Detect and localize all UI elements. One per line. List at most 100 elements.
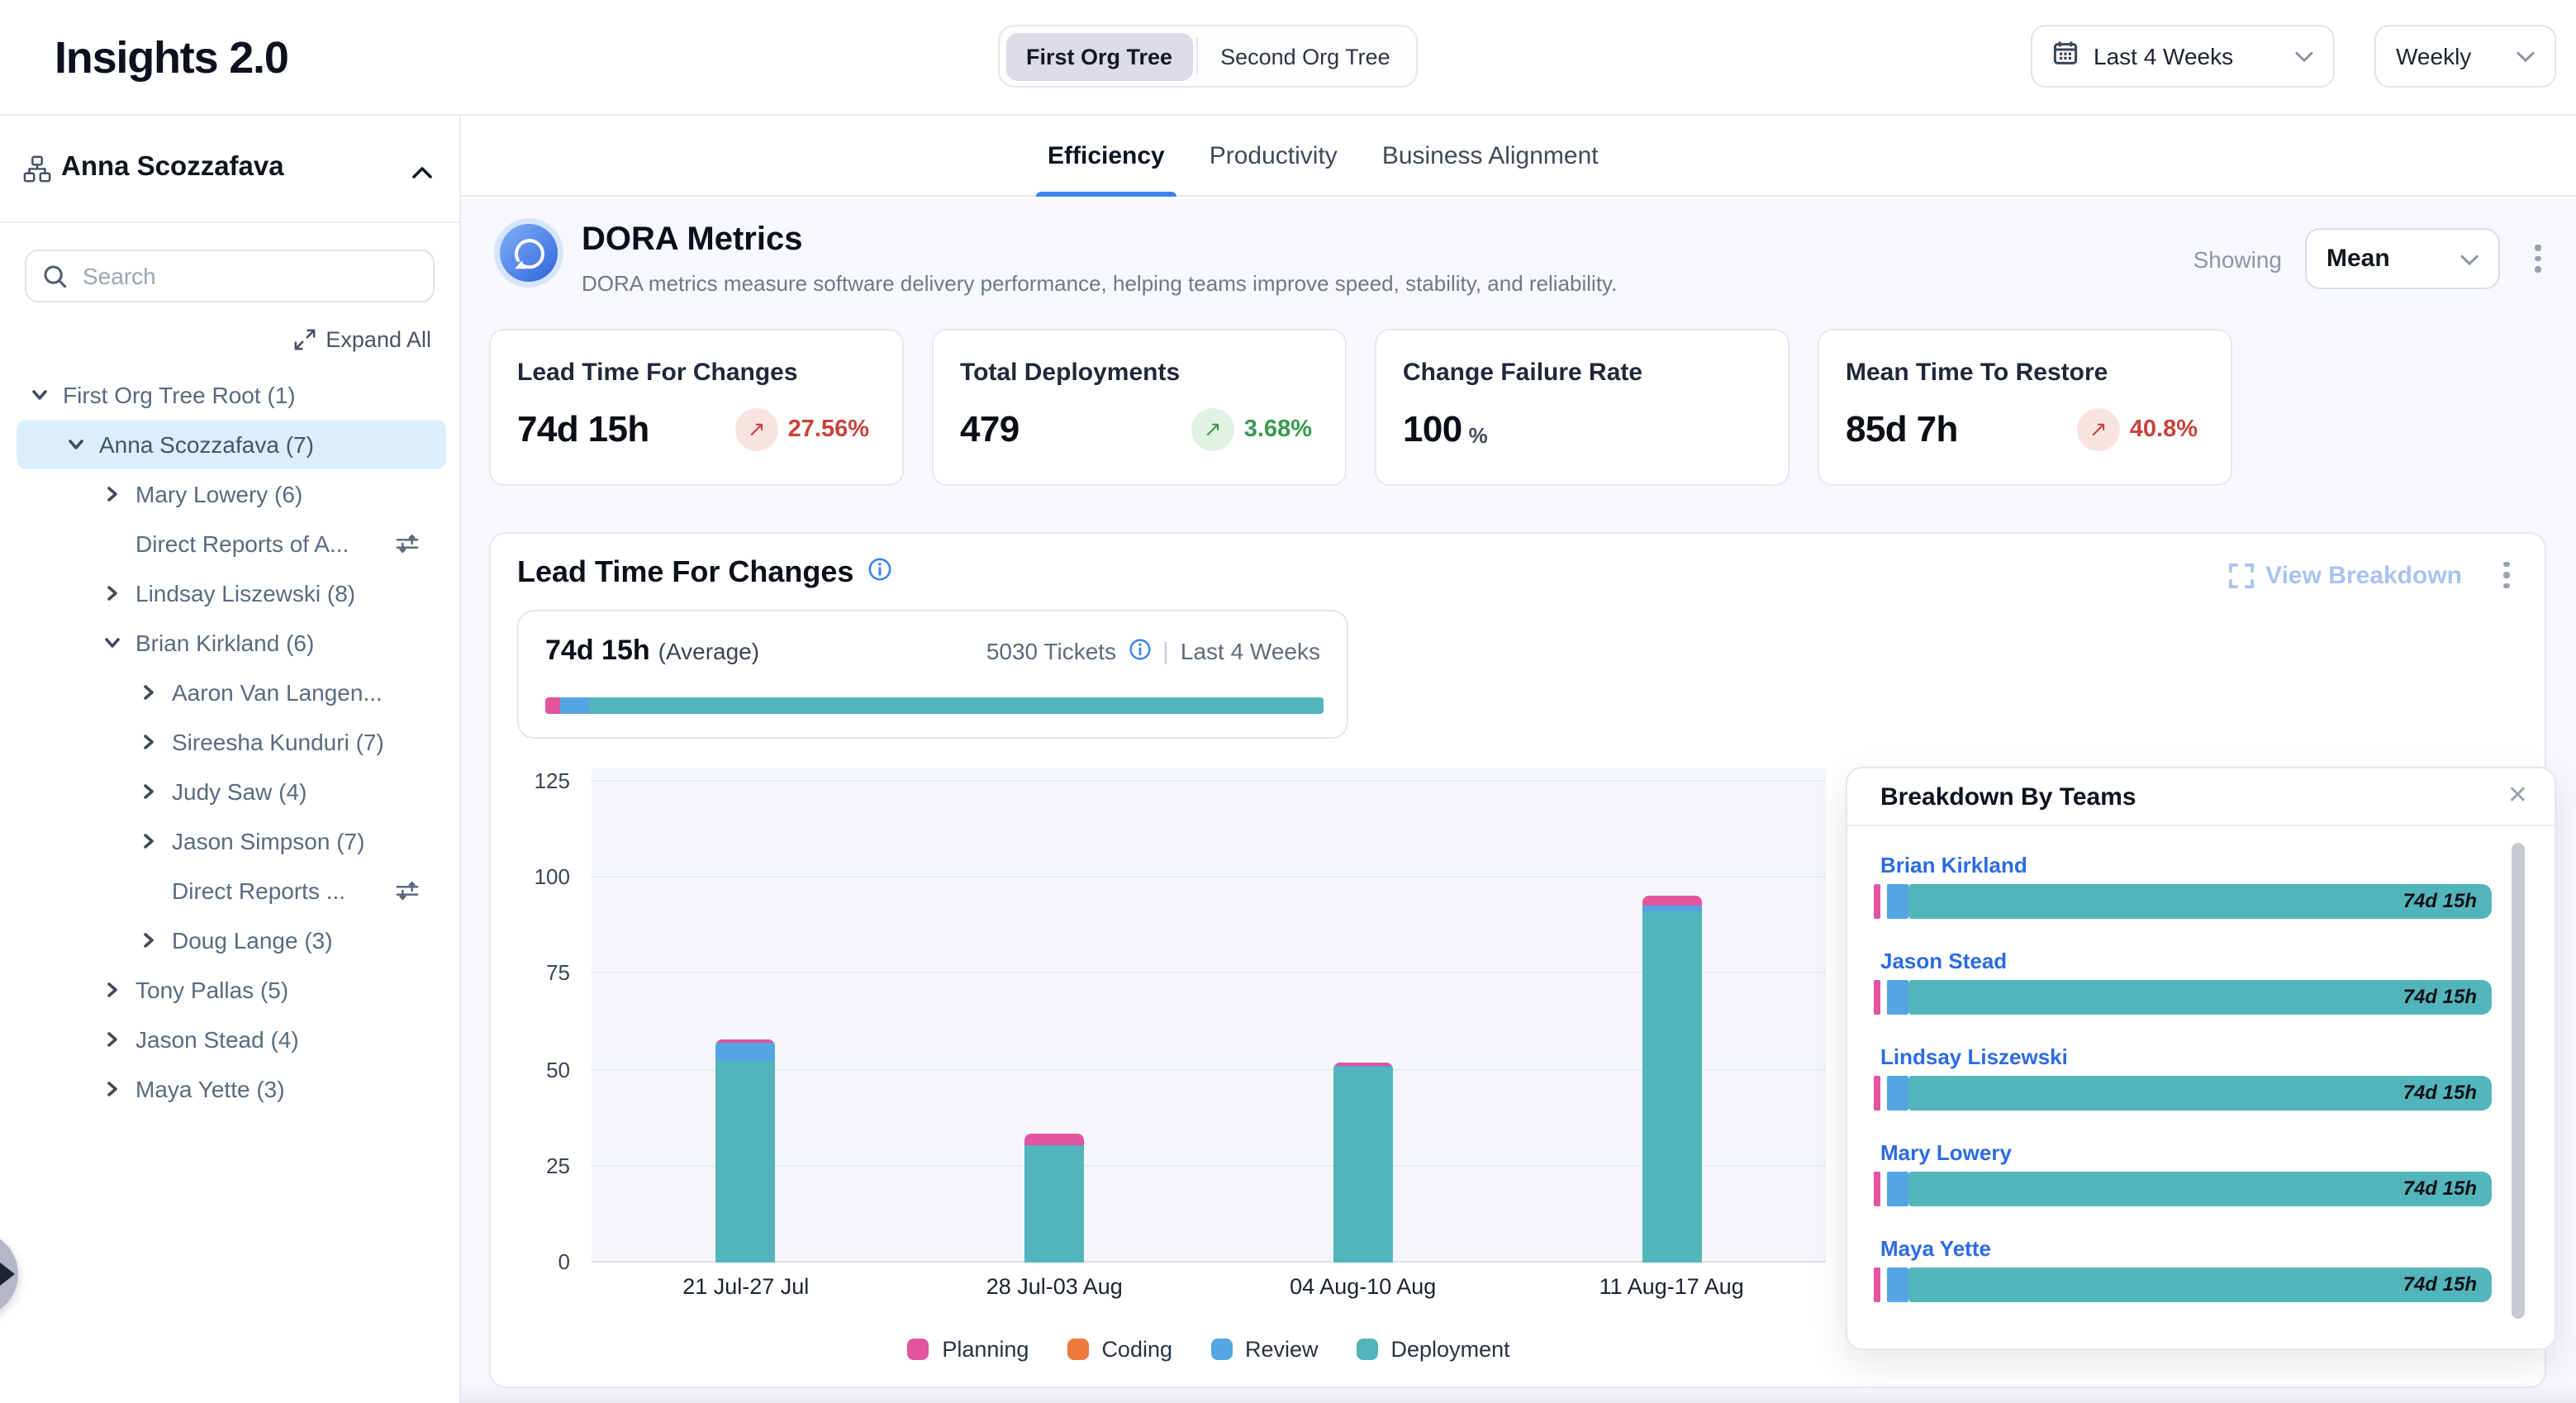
chevron-down-icon <box>2517 41 2535 71</box>
info-icon[interactable] <box>1128 637 1151 665</box>
sidebar-tree-item[interactable]: Mary Lowery (6) <box>0 469 446 519</box>
tab-efficiency[interactable]: Efficiency <box>1048 115 1165 196</box>
sidebar-tree-item[interactable]: Sireesha Kunduri (7) <box>0 717 446 767</box>
org-tree-option[interactable]: First Org Tree <box>1006 32 1192 80</box>
chevron-right-icon[interactable] <box>135 684 162 701</box>
chevron-right-icon[interactable] <box>135 783 162 800</box>
chevron-right-icon[interactable] <box>99 486 126 502</box>
team-stacked-bar: 74d 15h <box>1874 980 2492 1015</box>
sidebar-tree-item[interactable]: Judy Saw (4) <box>0 767 446 816</box>
stacked-bar[interactable] <box>716 1039 776 1263</box>
chart-x-axis: 21 Jul-27 Jul28 Jul-03 Aug04 Aug-10 Aug1… <box>592 1274 1826 1304</box>
metric-card: Change Failure Rate100% <box>1375 329 1789 486</box>
sidebar-tree-item[interactable]: Aaron Van Langen... <box>0 668 446 717</box>
org-tree: First Org Tree Root (1)Anna Scozzafava (… <box>0 370 459 1114</box>
legend-label: Deployment <box>1391 1337 1510 1362</box>
gridline <box>592 1068 1826 1070</box>
team-stacked-bar: 74d 15h <box>1874 1172 2492 1206</box>
sidebar-header[interactable]: Anna Scozzafava <box>0 116 459 223</box>
panel-menu-button[interactable] <box>2492 555 2521 595</box>
planning-segment <box>1874 980 1880 1015</box>
tab-productivity[interactable]: Productivity <box>1210 115 1338 196</box>
chevron-right-icon[interactable] <box>99 1081 126 1097</box>
sidebar-tree-item[interactable]: Jason Simpson (7) <box>0 816 446 866</box>
team-value: 74d 15h <box>2403 1177 2477 1200</box>
showing-label: Showing <box>2193 245 2282 272</box>
metric-card-title: Mean Time To Restore <box>1846 359 2204 387</box>
delta-value: 27.56% <box>788 416 869 443</box>
org-tree-option[interactable]: Second Org Tree <box>1200 32 1410 80</box>
chevron-right-icon[interactable] <box>135 833 162 849</box>
stacked-bar[interactable] <box>1024 1134 1084 1263</box>
tab-bar: Efficiency Productivity Business Alignment <box>461 116 2576 197</box>
chevron-down-icon <box>2295 41 2313 71</box>
close-icon[interactable]: ✕ <box>2507 780 2528 810</box>
filter-icon[interactable] <box>395 879 420 907</box>
stacked-bar[interactable] <box>1642 895 1701 1263</box>
chevron-down-icon[interactable] <box>63 436 89 453</box>
deployment-segment <box>590 697 1324 714</box>
dora-description: DORA metrics measure software delivery p… <box>582 271 1617 296</box>
view-breakdown-button[interactable]: View Breakdown <box>2229 561 2462 589</box>
chevron-up-icon[interactable] <box>411 159 433 188</box>
y-tick-label: 100 <box>535 864 570 889</box>
sidebar-tree-item[interactable]: First Org Tree Root (1) <box>0 370 446 420</box>
metric-card: Mean Time To Restore85d 7h↗40.8% <box>1818 329 2232 486</box>
tree-item-label: Brian Kirkland (6) <box>135 630 314 656</box>
date-range-select[interactable]: Last 4 Weeks <box>2031 25 2335 88</box>
granularity-select[interactable]: Weekly <box>2374 25 2556 88</box>
team-name-link[interactable]: Brian Kirkland <box>1880 853 2027 877</box>
delta-badge: ↗27.56% <box>735 408 869 451</box>
deployment-segment <box>1642 912 1701 1263</box>
x-tick-label: 11 Aug-17 Aug <box>1547 1274 1795 1299</box>
delta-badge: ↗40.8% <box>2077 408 2198 451</box>
chevron-right-icon[interactable] <box>99 982 126 998</box>
showing-select[interactable]: Mean <box>2305 228 2500 289</box>
team-name-link[interactable]: Jason Stead <box>1880 949 2007 973</box>
sidebar-tree-item[interactable]: Brian Kirkland (6) <box>0 618 446 668</box>
chevron-right-icon[interactable] <box>99 585 126 602</box>
deployment-segment: 74d 15h <box>1908 1172 2492 1206</box>
metric-card-value: 479 <box>960 408 1019 451</box>
team-value: 74d 15h <box>2403 889 2477 912</box>
team-row: Jason Stead 74d 15h <box>1847 949 2555 1015</box>
metric-card-unit: % <box>1469 422 1488 447</box>
sidebar-tree-item[interactable]: Doug Lange (3) <box>0 916 446 965</box>
dora-menu-button[interactable] <box>2523 239 2553 278</box>
sidebar-tree-item[interactable]: Maya Yette (3) <box>0 1064 446 1114</box>
search-input[interactable] <box>83 251 413 301</box>
review-segment <box>1642 905 1701 912</box>
org-chart-icon <box>23 155 51 192</box>
team-name-link[interactable]: Lindsay Liszewski <box>1880 1044 2068 1069</box>
chevron-right-icon[interactable] <box>135 734 162 750</box>
calendar-icon <box>2052 39 2079 74</box>
chevron-down-icon[interactable] <box>99 635 126 651</box>
sidebar-tree-item[interactable]: Tony Pallas (5) <box>0 965 446 1015</box>
filter-icon[interactable] <box>395 532 420 560</box>
metric-cards: Lead Time For Changes74d 15h↗27.56%Total… <box>489 329 2232 486</box>
scrollbar-thumb[interactable] <box>2512 843 2525 1319</box>
team-name-link[interactable]: Mary Lowery <box>1880 1140 2012 1165</box>
sidebar-tree-item[interactable]: Anna Scozzafava (7) <box>17 420 446 469</box>
planning-segment <box>1874 1267 1880 1302</box>
sidebar-tree-item[interactable]: Jason Stead (4) <box>0 1015 446 1064</box>
chevron-right-icon[interactable] <box>99 1031 126 1048</box>
team-name-link[interactable]: Maya Yette <box>1880 1236 1991 1261</box>
legend-label: Review <box>1245 1337 1319 1362</box>
stacked-bar[interactable] <box>1333 1063 1393 1263</box>
sidebar-tree-item[interactable]: Lindsay Liszewski (8) <box>0 568 446 618</box>
chevron-right-icon[interactable] <box>135 932 162 949</box>
legend-swatch <box>1067 1339 1088 1360</box>
expand-all-button[interactable]: Expand All <box>0 327 459 352</box>
sidebar-tree-item[interactable]: Direct Reports of A... <box>0 519 446 568</box>
sidebar-tree-item[interactable]: Direct Reports ... <box>0 866 446 916</box>
team-stacked-bar: 74d 15h <box>1874 1267 2492 1302</box>
x-tick-label: 28 Jul-03 Aug <box>930 1274 1178 1299</box>
tree-item-label: Direct Reports of A... <box>135 530 349 557</box>
info-icon[interactable] <box>867 556 891 589</box>
chevron-down-icon[interactable] <box>26 387 53 403</box>
gridline <box>592 780 1826 782</box>
tab-business-alignment[interactable]: Business Alignment <box>1382 115 1599 196</box>
metric-card-title: Lead Time For Changes <box>517 359 876 387</box>
range-label: Last 4 Weeks <box>1181 638 1320 664</box>
